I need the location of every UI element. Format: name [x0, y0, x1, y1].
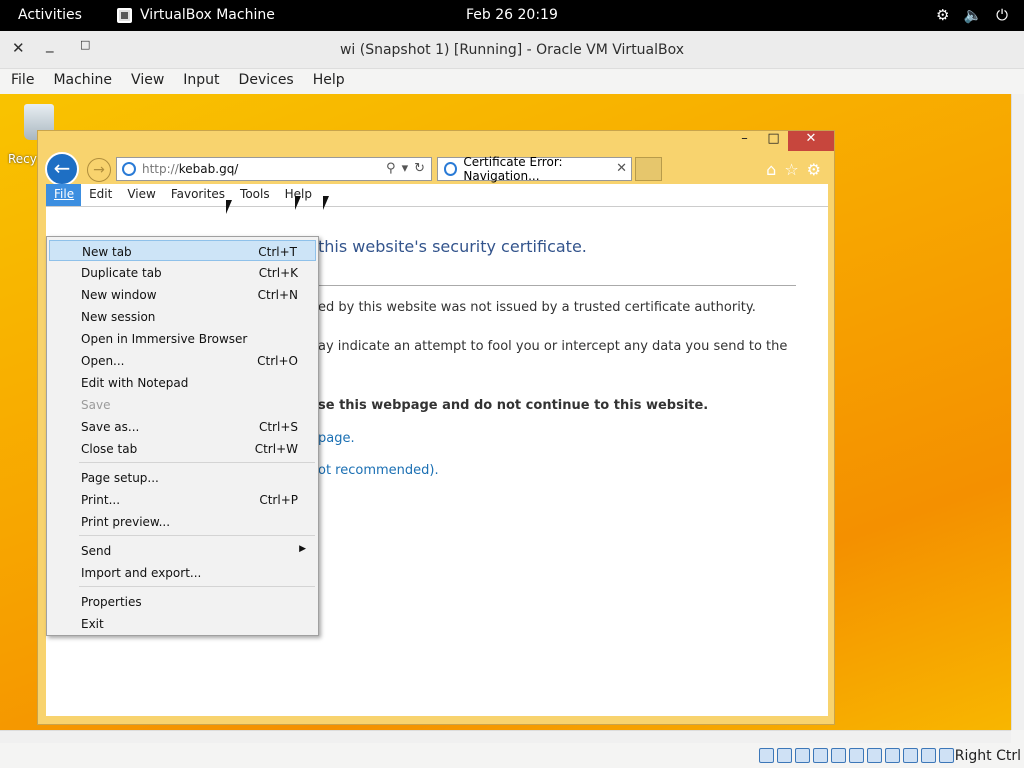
ie-menu-edit[interactable]: Edit	[81, 184, 119, 206]
usb-icon[interactable]	[831, 748, 846, 763]
menu-item-open-immersive[interactable]: Open in Immersive Browser	[49, 328, 316, 349]
divider	[318, 285, 796, 286]
favorites-star-icon[interactable]: ☆	[784, 160, 798, 179]
back-arrow-icon[interactable]: ←	[45, 152, 79, 186]
settings-gear-icon[interactable]: ⚙	[807, 160, 821, 179]
menu-item-open[interactable]: Open... Ctrl+O	[49, 350, 316, 371]
shared-folders-icon[interactable]	[849, 748, 864, 763]
menu-item-page-setup[interactable]: Page setup...	[49, 467, 316, 488]
menu-item-import-export[interactable]: Import and export...	[49, 562, 316, 583]
close-icon[interactable]: ✕	[788, 131, 834, 151]
file-menu-dropdown: New tab Ctrl+T Duplicate tab Ctrl+K New wi…	[46, 236, 319, 636]
virtualbox-window: ✕ _ □ wi (Snapshot 1) [Running] - Oracle…	[0, 31, 1024, 768]
horizontal-scrollbar[interactable]	[0, 730, 1011, 743]
continue-link[interactable]: ot recommended).	[318, 463, 439, 478]
browser-tab[interactable]: Certificate Error: Navigation... ✕	[437, 155, 632, 183]
menu-separator	[79, 535, 315, 536]
guest-display[interactable]: Recy – □ ✕ ← → http://kebab.gq/ ⚲ ▾ ↻ Ce…	[0, 94, 1011, 730]
keyboard-icon[interactable]	[939, 748, 954, 763]
power-icon[interactable]: ⏻	[996, 6, 1008, 24]
hard-disk-icon[interactable]	[759, 748, 774, 763]
menu-help[interactable]: Help	[302, 69, 353, 94]
cert-error-heading: this website's security certificate.	[318, 237, 587, 256]
menu-item-save-as[interactable]: Save as... Ctrl+S	[49, 416, 316, 437]
close-page-link[interactable]: page.	[318, 431, 355, 446]
menu-item-print[interactable]: Print... Ctrl+P	[49, 489, 316, 510]
menu-file[interactable]: File	[0, 69, 42, 94]
mouse-cursor	[295, 196, 307, 210]
ie-menu-favorites[interactable]: Favorites	[163, 184, 232, 206]
menu-item-save: Save	[81, 398, 111, 412]
menu-item-new-tab[interactable]: New tab Ctrl+T	[49, 240, 316, 261]
ie-menu-file[interactable]: File	[46, 184, 82, 206]
network-icon[interactable]: ⚙	[936, 6, 949, 24]
recycle-bin-label: Recy	[8, 152, 37, 166]
window-title: wi (Snapshot 1) [Running] - Oracle VM Vi…	[339, 42, 685, 58]
cert-error-recommendation: se this webpage and do not continue to t…	[318, 398, 709, 413]
volume-icon[interactable]: 🔈	[963, 6, 982, 24]
ie-page-icon	[122, 162, 136, 176]
ie-caption-buttons: – □ ✕	[730, 131, 834, 151]
menu-input[interactable]: Input	[172, 69, 227, 94]
audio-icon[interactable]	[795, 748, 810, 763]
menu-separator	[79, 462, 315, 463]
url-host: kebab.gq/	[178, 162, 239, 176]
vertical-scrollbar[interactable]	[1011, 94, 1024, 730]
dropdown-arrow-icon[interactable]: ▾	[402, 161, 409, 176]
menu-item-print-preview[interactable]: Print preview...	[49, 511, 316, 532]
refresh-icon[interactable]: ↻	[414, 161, 425, 176]
menu-item-close-tab[interactable]: Close tab Ctrl+W	[49, 438, 316, 459]
optical-drive-icon[interactable]	[777, 748, 792, 763]
submenu-arrow-icon: ▶	[299, 544, 306, 554]
ie-page-icon	[444, 162, 458, 176]
tab-close-icon[interactable]: ✕	[616, 161, 627, 176]
cert-error-text: ed by this website was not issued by a t…	[318, 300, 756, 315]
menu-machine[interactable]: Machine	[42, 69, 120, 94]
menu-item-exit[interactable]: Exit	[49, 613, 316, 634]
device-indicators	[759, 748, 954, 763]
menu-devices[interactable]: Devices	[228, 69, 302, 94]
vbox-statusbar: Right Ctrl	[0, 743, 1024, 768]
home-icon[interactable]: ⌂	[766, 160, 776, 179]
activities-button[interactable]: Activities	[18, 7, 82, 23]
clock[interactable]: Feb 26 20:19	[466, 7, 558, 23]
url-scheme: http://	[142, 162, 179, 176]
system-tray[interactable]: ⚙ 🔈 ⏻	[936, 6, 1008, 24]
display-icon[interactable]	[867, 748, 882, 763]
address-bar[interactable]: http://kebab.gq/ ⚲ ▾ ↻	[116, 157, 432, 181]
mouse-cursor	[323, 196, 335, 210]
menu-item-new-session[interactable]: New session	[49, 306, 316, 327]
window-titlebar[interactable]: ✕ _ □ wi (Snapshot 1) [Running] - Oracle…	[0, 31, 1024, 69]
minimize-icon[interactable]: –	[730, 131, 759, 151]
app-menu[interactable]: VirtualBox Machine	[117, 7, 275, 23]
video-capture-icon[interactable]	[885, 748, 900, 763]
virtualization-icon[interactable]	[903, 748, 918, 763]
mouse-integration-icon[interactable]	[921, 748, 936, 763]
menu-separator	[79, 586, 315, 587]
menu-item-send[interactable]: Send ▶	[49, 540, 316, 561]
search-icon[interactable]: ⚲	[386, 161, 396, 176]
menu-item-edit-notepad[interactable]: Edit with Notepad	[49, 372, 316, 393]
mouse-cursor	[226, 200, 238, 214]
new-tab-button[interactable]	[635, 157, 662, 181]
tab-title: Certificate Error: Navigation...	[463, 155, 563, 183]
virtualbox-icon	[117, 7, 132, 23]
app-name: VirtualBox Machine	[140, 7, 275, 23]
ie-menu-view[interactable]: View	[119, 184, 162, 206]
menu-item-duplicate-tab[interactable]: Duplicate tab Ctrl+K	[49, 262, 316, 283]
menu-item-properties[interactable]: Properties	[49, 591, 316, 612]
network-adapter-icon[interactable]	[813, 748, 828, 763]
ie-menu-tools[interactable]: Tools	[232, 184, 277, 206]
cert-error-text: ay indicate an attempt to fool you or in…	[318, 339, 788, 354]
host-key-label: Right Ctrl	[954, 748, 1021, 764]
ie-navbar: ← → http://kebab.gq/ ⚲ ▾ ↻ Certificate E…	[45, 152, 835, 186]
menu-view[interactable]: View	[120, 69, 172, 94]
maximize-icon[interactable]: □	[759, 131, 788, 151]
gnome-top-bar: Activities VirtualBox Machine Feb 26 20:…	[0, 0, 1024, 31]
vbox-menubar: File Machine View Input Devices Help	[0, 69, 1024, 94]
forward-arrow-icon[interactable]: →	[87, 158, 111, 182]
ie-menubar: File Edit View Favorites Tools Help	[46, 184, 828, 206]
menu-item-new-window[interactable]: New window Ctrl+N	[49, 284, 316, 305]
